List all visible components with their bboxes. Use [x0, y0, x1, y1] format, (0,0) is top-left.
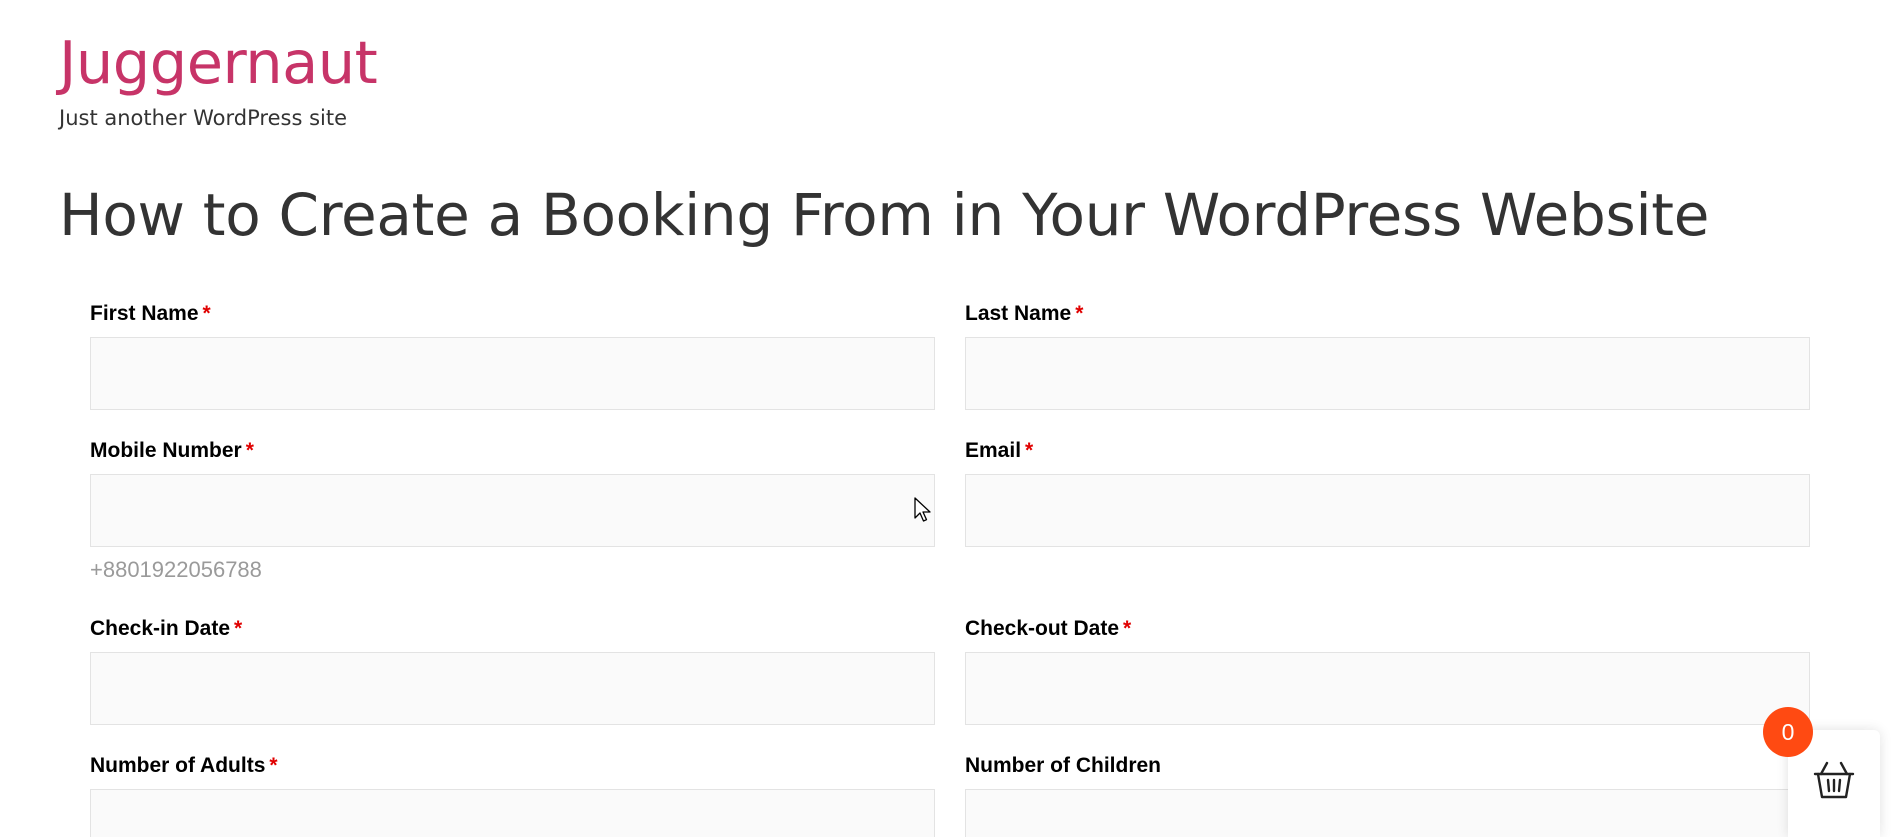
site-tagline: Just another WordPress site [59, 106, 348, 130]
first-name-field: First Name * [90, 300, 935, 410]
mobile-number-input[interactable] [90, 474, 935, 547]
first-name-label: First Name * [90, 302, 211, 325]
children-input[interactable] [965, 789, 1810, 837]
email-input[interactable] [965, 474, 1810, 547]
required-mark: * [269, 754, 278, 777]
site-title[interactable]: Juggernaut [59, 25, 378, 101]
last-name-input[interactable] [965, 337, 1810, 410]
basket-icon[interactable] [1813, 760, 1855, 800]
children-field: Number of Children [965, 752, 1810, 837]
adults-input[interactable] [90, 789, 935, 837]
last-name-label: Last Name * [965, 302, 1084, 325]
check-out-label: Check-out Date * [965, 617, 1132, 640]
required-mark: * [245, 439, 254, 462]
page-title: How to Create a Booking From in Your Wor… [59, 181, 1710, 249]
children-label: Number of Children [965, 754, 1162, 777]
mobile-number-field: Mobile Number * [90, 437, 935, 547]
required-mark: * [202, 302, 211, 325]
check-in-input[interactable] [90, 652, 935, 725]
required-mark: * [234, 617, 243, 640]
adults-field: Number of Adults * [90, 752, 935, 837]
check-in-field: Check-in Date * [90, 615, 935, 725]
mouse-cursor-icon [914, 497, 931, 522]
adults-label: Number of Adults * [90, 754, 278, 777]
required-mark: * [1123, 617, 1132, 640]
required-mark: * [1025, 439, 1034, 462]
check-in-label: Check-in Date * [90, 617, 243, 640]
email-field: Email * [965, 437, 1810, 547]
required-mark: * [1075, 302, 1084, 325]
check-out-field: Check-out Date * [965, 615, 1810, 725]
first-name-input[interactable] [90, 337, 935, 410]
check-out-input[interactable] [965, 652, 1810, 725]
mobile-number-help: +8801922056788 [90, 557, 262, 582]
last-name-field: Last Name * [965, 300, 1810, 410]
email-label: Email * [965, 439, 1034, 462]
mobile-number-label: Mobile Number * [90, 439, 254, 462]
cart-count-badge: 0 [1763, 707, 1813, 757]
